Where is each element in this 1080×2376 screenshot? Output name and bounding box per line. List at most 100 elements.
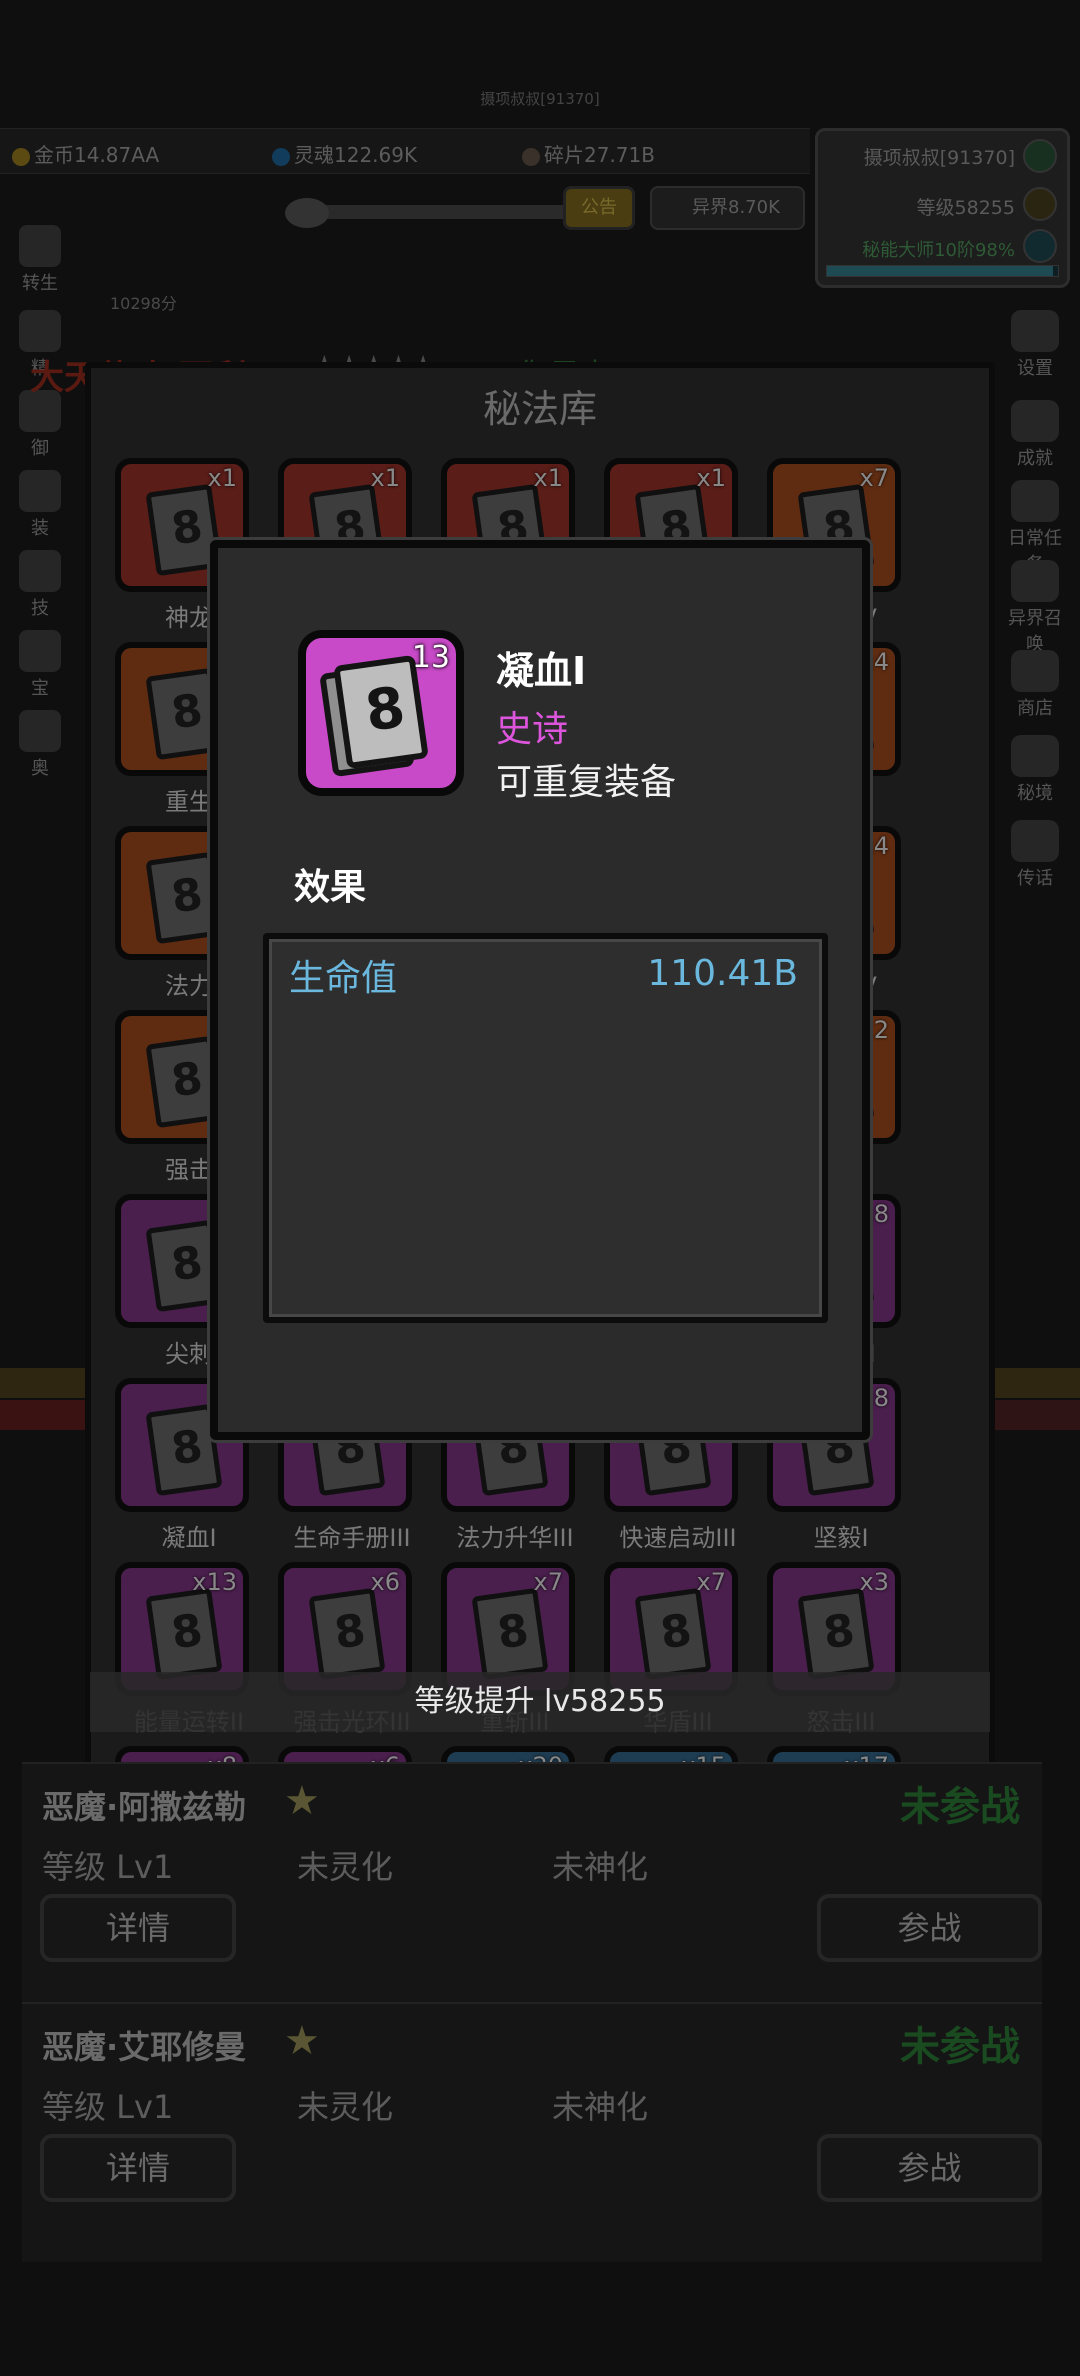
menu-icon (19, 710, 61, 752)
book-icon (308, 1587, 386, 1681)
skill-progress-fill (827, 266, 1054, 276)
stat-value: 110.41B (647, 953, 798, 994)
hero-name: 恶魔·艾耶修曼 (42, 2028, 247, 2066)
player-name: 摄项叔叔[91370] (863, 147, 1015, 169)
hp-bar-left-fragment (0, 1400, 95, 1430)
hero-name: 恶魔·阿撒兹勒 (42, 1788, 247, 1826)
vault-item-count: x6 (370, 1568, 400, 1596)
rank-icon (1023, 139, 1057, 173)
hero-spirit: 未灵化 (297, 2088, 394, 2126)
stat-name: 生命值 (289, 958, 398, 999)
side-menu-4[interactable]: 装 (15, 470, 65, 540)
side-menu-3[interactable]: 御 (15, 390, 65, 460)
side-menu-label: 御 (31, 438, 49, 459)
vault-item-name: 法力升华III (456, 1524, 574, 1552)
side-menu-message[interactable]: 传话 (1000, 820, 1070, 890)
shard-resource: 碎片27.71B (522, 139, 655, 168)
side-menu-rebirth[interactable]: 转生 (15, 225, 65, 295)
vault-item-name: 坚毅I (813, 1524, 869, 1552)
side-menu-realm[interactable]: 秘境 (1000, 735, 1070, 805)
menu-icon (19, 310, 61, 352)
vault-title: 秘法库 (482, 387, 597, 431)
skill-progress-bar (826, 265, 1059, 277)
gold-label: 金币14.87AA (34, 143, 160, 167)
resource-bar: 金币14.87AA 灵魂122.69K 碎片27.71B (0, 128, 810, 174)
soul-resource: 灵魂122.69K (272, 139, 417, 168)
score-label: 10298分 (110, 294, 177, 313)
side-menu-7[interactable]: 奥 (15, 710, 65, 780)
vault-item-count: x1 (207, 464, 237, 492)
fight-button[interactable]: 参战 (817, 1894, 1042, 1962)
vault-item-count: x1 (533, 464, 563, 492)
book-icon (634, 1587, 712, 1681)
soul-icon (272, 147, 290, 166)
side-menu-label: 传话 (1017, 868, 1053, 889)
notice-button[interactable]: 公告 (563, 186, 635, 230)
star-icon: ★ (284, 1778, 320, 1824)
crown-icon (1023, 187, 1057, 221)
effect-box: 生命值 110.41B (263, 933, 828, 1323)
vault-item-count: x3 (859, 1568, 889, 1596)
hp-bar-fragment (985, 1400, 1080, 1430)
item-name: 凝血I (496, 649, 587, 693)
side-menu-5[interactable]: 技 (15, 550, 65, 620)
star-icon (1011, 400, 1059, 442)
swirl-icon (1023, 229, 1057, 263)
side-menu-label: 商店 (1017, 698, 1053, 719)
side-menu-settings[interactable]: 设置 (1000, 310, 1070, 380)
hero-spirit: 未灵化 (297, 1848, 394, 1886)
window-title: 摄项叔叔[91370] (480, 90, 600, 108)
fight-button[interactable]: 参战 (817, 2134, 1042, 2202)
vault-item-count: x7 (533, 1568, 563, 1596)
realm-icon (1011, 735, 1059, 777)
side-menu-label: 技 (31, 598, 49, 619)
side-menu-label: 装 (31, 518, 49, 539)
hero-status: 未参战 (900, 2024, 1020, 2070)
side-menu-summon[interactable]: 异界召唤 (1000, 560, 1070, 656)
shard-label: 碎片27.71B (544, 143, 655, 167)
exp-bar-left-fragment (0, 1368, 95, 1398)
scepter-decoration (290, 205, 590, 219)
vault-item-count: x7 (696, 1568, 726, 1596)
rebirth-icon (19, 225, 61, 267)
effect-heading: 效果 (294, 867, 367, 908)
side-menu-label: 宝 (31, 678, 49, 699)
side-menu-achievements[interactable]: 成就 (1000, 400, 1070, 470)
hero-level: 等级 Lv1 (42, 2088, 174, 2126)
side-menu-label: 转生 (22, 273, 58, 294)
hero-level: 等级 Lv1 (42, 1848, 174, 1886)
vault-item-count: x1 (370, 464, 400, 492)
hero-divine: 未神化 (552, 2088, 649, 2126)
other-world-button[interactable]: 异界8.70K (650, 186, 805, 230)
player-card[interactable]: 摄项叔叔[91370] 等级58255 秘能大师10阶98% (815, 128, 1070, 288)
side-menu-shop[interactable]: 商店 (1000, 650, 1070, 720)
hero-row: 恶魔·阿撒兹勒 ★ 未参战 等级 Lv1 未灵化 未神化 详情 参战 (22, 1762, 1042, 2002)
shard-icon (522, 147, 540, 166)
vault-item-count: x13 (192, 1568, 237, 1596)
exp-bar-fragment (985, 1368, 1080, 1398)
menu-icon (19, 470, 61, 512)
scroll-icon (1011, 480, 1059, 522)
soul-label: 灵魂122.69K (294, 143, 418, 167)
item-count: 13 (411, 640, 450, 675)
item-rarity: 史诗 (496, 709, 569, 750)
item-icon: 13 (298, 630, 464, 796)
vault-item-name: 凝血I (161, 1524, 217, 1552)
vault-item-name: 快速启动III (619, 1524, 737, 1552)
item-detail-popup[interactable]: 13 凝血I 史诗 可重复装备 效果 生命值 110.41B (210, 540, 870, 1440)
detail-button[interactable]: 详情 (40, 1894, 236, 1962)
side-menu-label: 成就 (1017, 448, 1053, 469)
side-menu-label: 秘境 (1017, 783, 1053, 804)
side-menu-6[interactable]: 宝 (15, 630, 65, 700)
book-icon (145, 1587, 223, 1681)
scepter-gem (285, 198, 329, 228)
vault-item-name: 生命手册III (293, 1524, 411, 1552)
vault-item-count: x7 (859, 464, 889, 492)
menu-icon (19, 550, 61, 592)
side-menu-label: 奥 (31, 758, 49, 779)
detail-button[interactable]: 详情 (40, 2134, 236, 2202)
item-equip-rule: 可重复装备 (496, 762, 677, 803)
hero-row: 恶魔·艾耶修曼 ★ 未参战 等级 Lv1 未灵化 未神化 详情 参战 (22, 2002, 1042, 2262)
star-icon: ★ (284, 2018, 320, 2064)
book-icon (471, 1587, 549, 1681)
